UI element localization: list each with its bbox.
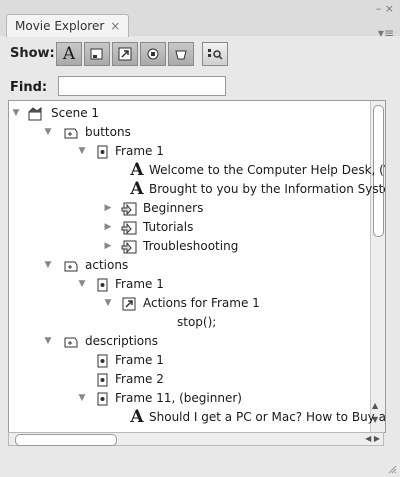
tree-row-label: Frame 1 xyxy=(115,277,164,291)
tree-row[interactable]: A Brought to you by the Information Syste… xyxy=(9,180,385,199)
find-row: Find: xyxy=(0,76,400,100)
collapse-arrow-icon[interactable]: ▼ xyxy=(43,256,53,275)
tree-row-label: Troubleshooting xyxy=(143,239,239,253)
window-controls[interactable]: – × xyxy=(376,3,394,14)
media-icon xyxy=(147,48,159,60)
tree-row-label: Actions for Frame 1 xyxy=(143,296,260,310)
tree-row-label: Frame 11, (beginner) xyxy=(115,391,242,405)
symbol-icon xyxy=(63,125,79,140)
tree-row-label: Tutorials xyxy=(143,220,194,234)
symbol-icon xyxy=(90,48,103,60)
tree-row[interactable]: ▶ Tutorials xyxy=(9,218,385,237)
expand-arrow-icon[interactable]: ▶ xyxy=(103,218,113,237)
movie-explorer-panel: Movie Explorer × – × ▾≡ Show: A Find: ▲ … xyxy=(0,0,400,477)
expand-arrow-icon[interactable]: ▶ xyxy=(103,199,113,218)
text-icon: A xyxy=(130,179,144,199)
filter-icon xyxy=(208,49,223,60)
scene-icon xyxy=(27,106,43,121)
button-symbol-icon xyxy=(121,239,137,254)
collapse-arrow-icon[interactable]: ▼ xyxy=(77,142,87,161)
text-icon: A xyxy=(62,43,76,64)
tree-row-label: Should I get a PC or Mac? How to Buy a C xyxy=(149,410,386,424)
actions-icon xyxy=(121,296,137,311)
frame-icon xyxy=(95,391,111,406)
text-icon: A xyxy=(130,407,144,427)
horizontal-scrollbar[interactable]: ◀ ▶ xyxy=(8,432,384,446)
show-toolbar: Show: A xyxy=(0,37,400,71)
collapse-arrow-icon[interactable]: ▼ xyxy=(77,275,87,294)
tree-row-label: stop(); xyxy=(177,315,217,329)
tab-title: Movie Explorer xyxy=(15,19,105,33)
tree-row[interactable]: ▼ Actions for Frame 1 xyxy=(9,294,385,313)
show-actions-button[interactable] xyxy=(112,42,138,66)
tab-bar: Movie Explorer × – × ▾≡ xyxy=(0,0,400,40)
tree-row-label: Frame 2 xyxy=(115,372,164,386)
tree-row[interactable]: ▼ actions xyxy=(9,256,385,275)
expand-arrow-icon[interactable]: ▶ xyxy=(103,237,113,256)
tab-movie-explorer[interactable]: Movie Explorer × xyxy=(6,14,130,37)
symbol-icon xyxy=(63,334,79,349)
collapse-arrow-icon[interactable]: ▼ xyxy=(43,123,53,142)
show-frames-layers-button[interactable] xyxy=(168,42,194,66)
tree-row-label: Welcome to the Computer Help Desk, (Ve xyxy=(149,163,386,177)
movie-tree[interactable]: ▲ ▼ ▼ Scene 1 ▼ buttons ▼ Frame 1 A Welcome to … xyxy=(8,100,386,433)
tree-row[interactable]: Frame 2 xyxy=(9,370,385,389)
frame-icon xyxy=(95,277,111,292)
frame-icon xyxy=(95,353,111,368)
text-icon: A xyxy=(130,160,144,180)
tree-row[interactable]: Frame 1 xyxy=(9,351,385,370)
tree-row[interactable]: A Welcome to the Computer Help Desk, (Ve xyxy=(9,161,385,180)
show-text-button[interactable]: A xyxy=(56,42,82,66)
resize-grip-icon[interactable] xyxy=(387,464,397,474)
symbol-icon xyxy=(63,258,79,273)
tree-row[interactable]: ▼ descriptions xyxy=(9,332,385,351)
find-input[interactable] xyxy=(58,76,226,96)
collapse-arrow-icon[interactable]: ▼ xyxy=(11,104,21,123)
tree-row-label: Brought to you by the Information Systen xyxy=(149,182,386,196)
actions-icon xyxy=(118,47,132,61)
customize-filter-button[interactable] xyxy=(202,42,228,66)
tree-row[interactable]: A Should I get a PC or Mac? How to Buy a … xyxy=(9,408,385,427)
button-symbol-icon xyxy=(121,201,137,216)
show-buttons-movieclips-graphics-button[interactable] xyxy=(84,42,110,66)
tree-row[interactable]: ▼ Frame 1 xyxy=(9,275,385,294)
frame-icon xyxy=(95,144,111,159)
collapse-arrow-icon[interactable]: ▼ xyxy=(43,332,53,351)
button-symbol-icon xyxy=(121,220,137,235)
tree-row[interactable]: ▶ Beginners xyxy=(9,199,385,218)
tree-row[interactable]: ▼ buttons xyxy=(9,123,385,142)
layers-icon xyxy=(175,50,187,60)
show-video-sound-bitmaps-button[interactable] xyxy=(140,42,166,66)
tree-row[interactable]: ▼ Frame 11, (beginner) xyxy=(9,389,385,408)
show-label: Show: xyxy=(10,46,55,61)
tree-row[interactable]: ▼ Scene 1 xyxy=(9,104,385,123)
tree-row-label: actions xyxy=(85,258,129,272)
tree-row-label: Scene 1 xyxy=(51,106,100,120)
tree-row[interactable]: stop(); xyxy=(9,313,385,332)
tree-row-label: Frame 1 xyxy=(115,353,164,367)
collapse-arrow-icon[interactable]: ▼ xyxy=(77,389,87,408)
tree-row-label: buttons xyxy=(85,125,131,139)
horizontal-scroll-thumb[interactable] xyxy=(15,434,117,446)
tree-row[interactable]: ▼ Frame 1 xyxy=(9,142,385,161)
scroll-left-right-icon[interactable]: ◀ ▶ xyxy=(365,433,380,445)
frame-icon xyxy=(95,372,111,387)
collapse-arrow-icon[interactable]: ▼ xyxy=(103,294,113,313)
close-tab-icon[interactable]: × xyxy=(110,19,120,33)
tree-row-label: descriptions xyxy=(85,334,158,348)
tree-row-label: Frame 1 xyxy=(115,144,164,158)
tree-row[interactable]: ▶ Troubleshooting xyxy=(9,237,385,256)
tree-row-label: Beginners xyxy=(143,201,204,215)
find-label: Find: xyxy=(10,80,48,95)
